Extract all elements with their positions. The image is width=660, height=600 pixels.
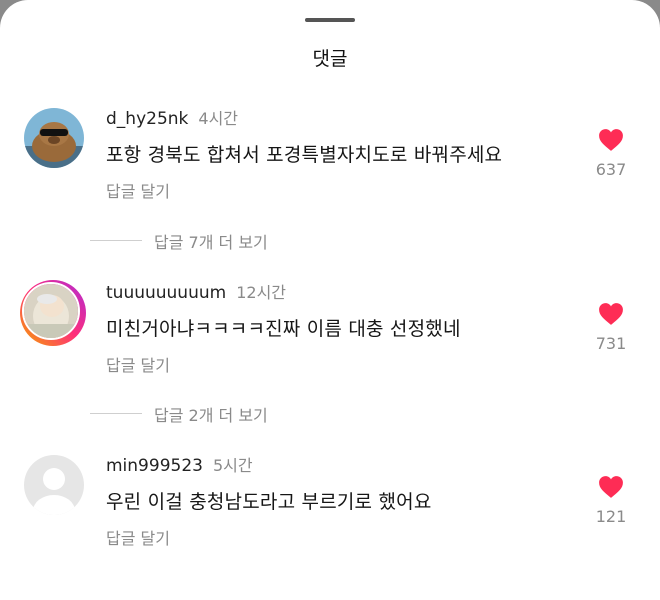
comment-time: 4시간: [198, 109, 239, 128]
like-count: 637: [595, 160, 627, 179]
sheet-title: 댓글: [312, 48, 348, 70]
reply-button[interactable]: 답글 달기: [106, 352, 170, 376]
default-avatar-icon: [24, 455, 84, 515]
baby-avatar-image: [24, 284, 78, 338]
like-count: 731: [595, 334, 627, 353]
comment-item: tuuuuuuuuum 12시간 미친거아냐ㅋㅋㅋㅋ진짜 이름 대충 선정했네 답…: [0, 280, 660, 392]
reply-button[interactable]: 답글 달기: [106, 525, 170, 549]
like-button[interactable]: 731: [586, 302, 636, 353]
comment-text: 미친거아냐ㅋㅋㅋㅋ진짜 이름 대충 선정했네: [106, 318, 461, 340]
comment-item: d_hy25nk 4시간 포항 경북도 합쳐서 포경특별자치도로 바꿔주세요 답글…: [0, 108, 660, 218]
like-button[interactable]: 637: [586, 128, 636, 179]
comment-time: 12시간: [236, 283, 287, 302]
avatar-with-story-ring[interactable]: [20, 280, 86, 346]
like-button[interactable]: 121: [586, 475, 636, 526]
comment-text: 포항 경북도 합쳐서 포경특별자치도로 바꿔주세요: [106, 144, 503, 166]
capybara-avatar-image: [24, 108, 84, 168]
heart-icon: [599, 303, 623, 325]
view-more-replies-label: 답글 2개 더 보기: [154, 406, 268, 425]
comment-time: 5시간: [212, 456, 253, 475]
comment-username[interactable]: min999523: [106, 456, 203, 476]
divider-line: [90, 413, 142, 414]
view-more-replies-label: 답글 7개 더 보기: [154, 233, 268, 252]
comment-username[interactable]: tuuuuuuuuum: [106, 283, 226, 303]
reply-button[interactable]: 답글 달기: [106, 178, 170, 202]
avatar[interactable]: [24, 455, 84, 515]
comment-username[interactable]: d_hy25nk: [106, 109, 188, 129]
comment-text: 우린 이걸 충청남도라고 부르기로 했어요: [106, 491, 432, 513]
heart-icon: [599, 129, 623, 151]
avatar[interactable]: [24, 108, 84, 168]
drag-handle[interactable]: [305, 18, 355, 22]
divider-line: [90, 240, 142, 241]
heart-icon: [599, 476, 623, 498]
comments-sheet: 댓글 d_hy25nk 4시간 포항 경북도 합쳐서 포경특별자치도로 바꿔주세요…: [0, 0, 660, 600]
like-count: 121: [595, 507, 627, 526]
comment-item: min999523 5시간 우린 이걸 충청남도라고 부르기로 했어요 답글 달기…: [0, 455, 660, 565]
